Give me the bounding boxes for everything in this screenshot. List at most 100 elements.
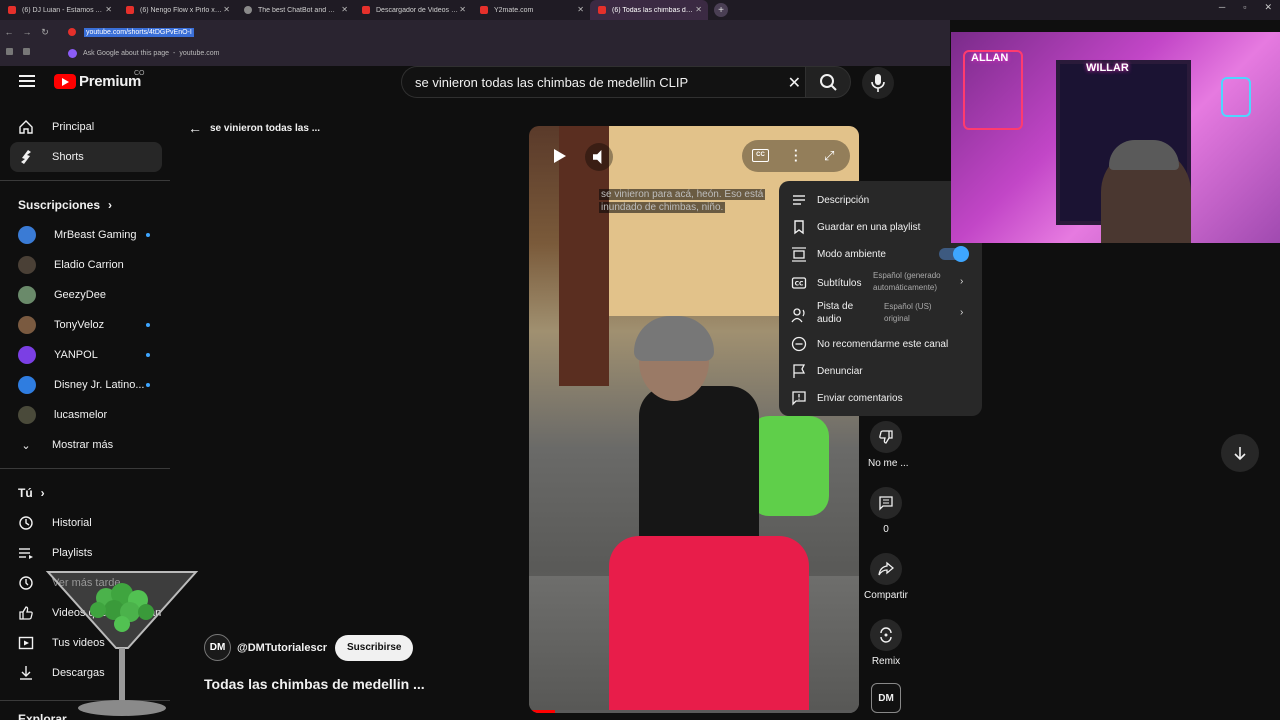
address-bar[interactable]: youtube.com/shorts/4tDGPvEnO-I bbox=[62, 23, 942, 41]
back-nav-icon[interactable]: ← bbox=[0, 27, 18, 37]
channel-thumbnail[interactable]: DM bbox=[871, 683, 901, 713]
menu-item-ambient-mode[interactable]: Modo ambiente bbox=[779, 244, 982, 264]
browser-tab-active[interactable]: (6) Todas las chimbas de medell..✕ bbox=[590, 0, 708, 20]
captions-button[interactable]: CC bbox=[752, 149, 769, 162]
subscription-item[interactable]: lucasmelor bbox=[10, 400, 162, 430]
suggestion-domain: youtube.com bbox=[179, 49, 220, 57]
subscription-label: Eladio Carrion bbox=[54, 259, 124, 271]
dislike-button[interactable]: No me ... bbox=[868, 421, 909, 469]
sidebar-item-playlists[interactable]: Playlists bbox=[10, 538, 162, 568]
browser-tab[interactable]: Y2mate.com ✕ bbox=[472, 0, 590, 20]
back-to-search[interactable]: ← se vinieron todas las ... bbox=[188, 120, 320, 136]
arrow-left-icon: ← bbox=[188, 120, 202, 136]
share-button[interactable]: Compartir bbox=[861, 553, 911, 601]
new-tab-button[interactable]: + bbox=[714, 3, 728, 17]
forward-nav-icon[interactable]: → bbox=[18, 27, 36, 37]
menu-item-audio-track[interactable]: Pista de audio Español (US) original › bbox=[779, 299, 982, 329]
bookmark-icons bbox=[6, 48, 30, 55]
search-query[interactable]: se vinieron todas las chimbas de medelli… bbox=[415, 75, 688, 90]
show-more-button[interactable]: ⌄ Mostrar más bbox=[10, 430, 162, 460]
flag-icon bbox=[790, 362, 808, 380]
subscribe-button[interactable]: Suscribirse bbox=[334, 634, 414, 661]
close-tab-icon[interactable]: ✕ bbox=[223, 5, 230, 14]
ambient-mode-toggle[interactable] bbox=[939, 246, 969, 262]
webcam-overlay: ALLAN WILLAR bbox=[951, 32, 1280, 243]
search-button[interactable] bbox=[805, 66, 851, 98]
microphone-icon bbox=[871, 74, 885, 92]
logo-text: Premium bbox=[79, 73, 142, 90]
apps-icon[interactable] bbox=[6, 48, 13, 55]
avatar bbox=[18, 286, 36, 304]
maximize-icon[interactable]: ▫ bbox=[1243, 2, 1246, 13]
region-code: CO bbox=[134, 70, 145, 77]
your-videos-icon bbox=[18, 635, 34, 651]
clear-search-icon[interactable]: ✕ bbox=[788, 73, 801, 93]
menu-item-label: Pista de audio bbox=[817, 301, 854, 325]
close-window-icon[interactable]: ✕ bbox=[1264, 2, 1272, 13]
url-text[interactable]: youtube.com/shorts/4tDGPvEnO-I bbox=[84, 27, 194, 37]
new-content-dot bbox=[146, 233, 150, 237]
tab-title: (6) Ñengo Flow x Pirlo x Estelu.. bbox=[140, 6, 222, 14]
search-input[interactable]: se vinieron todas las chimbas de medelli… bbox=[401, 66, 811, 98]
volume-button[interactable] bbox=[585, 143, 613, 171]
remix-icon bbox=[870, 619, 902, 651]
browser-toolbar: ← → ↻ youtube.com/shorts/4tDGPvEnO-I bbox=[0, 20, 950, 44]
sidebar-item-principal[interactable]: Principal bbox=[10, 112, 162, 142]
site-info-icon[interactable] bbox=[68, 28, 76, 36]
subscriptions-heading[interactable]: Suscripciones › bbox=[18, 198, 112, 212]
browser-tab[interactable]: (6) Ñengo Flow x Pirlo x Estelu..✕ bbox=[118, 0, 236, 20]
reload-icon[interactable]: ↻ bbox=[36, 27, 54, 38]
next-short-button[interactable] bbox=[1221, 434, 1259, 472]
subscription-item[interactable]: MrBeast Gaming bbox=[10, 220, 162, 250]
sidebar-item-label: Principal bbox=[52, 121, 95, 133]
bookmark-favicon-icon[interactable] bbox=[23, 48, 30, 55]
close-tab-icon[interactable]: ✕ bbox=[577, 5, 584, 14]
subscription-item[interactable]: GeezyDee bbox=[10, 280, 162, 310]
channel-name[interactable]: @DMTutorialescr bbox=[237, 642, 327, 654]
menu-item-send-feedback[interactable]: Enviar comentarios bbox=[779, 388, 982, 408]
browser-tab[interactable]: Descargador de Videos de You..✕ bbox=[354, 0, 472, 20]
menu-item-dont-recommend[interactable]: No recomendarme este canal bbox=[779, 334, 982, 354]
channel-avatar[interactable]: DM bbox=[204, 634, 231, 661]
sidebar-item-shorts[interactable]: Shorts bbox=[10, 142, 162, 172]
play-button[interactable] bbox=[545, 143, 571, 169]
site-favicon-icon bbox=[244, 6, 252, 14]
subscription-item[interactable]: Disney Jr. Latino... bbox=[10, 370, 162, 400]
toggle-knob bbox=[953, 246, 969, 262]
close-tab-icon[interactable]: ✕ bbox=[341, 5, 348, 14]
browser-tab[interactable]: The best ChatBot and Widgets✕ bbox=[236, 0, 354, 20]
caption-line: se vinieron para acá, heón. Eso está bbox=[599, 189, 766, 200]
menu-item-report[interactable]: Denunciar bbox=[779, 361, 982, 381]
close-tab-icon[interactable]: ✕ bbox=[105, 5, 112, 14]
menu-item-subtitles[interactable]: CC Subtítulos Español (generado automáti… bbox=[779, 269, 982, 297]
you-heading[interactable]: Tú › bbox=[18, 486, 45, 500]
more-options-button[interactable]: · · · bbox=[794, 144, 798, 167]
description-icon bbox=[790, 191, 808, 209]
youtube-favicon-icon bbox=[598, 6, 606, 14]
fullscreen-icon[interactable]: ⤢ bbox=[824, 148, 834, 164]
dislike-label: No me ... bbox=[868, 458, 909, 469]
playlists-icon bbox=[18, 545, 34, 561]
watch-later-icon bbox=[18, 575, 34, 591]
chevron-right-icon: › bbox=[108, 198, 113, 212]
subscription-item[interactable]: Eladio Carrion bbox=[10, 250, 162, 280]
home-icon bbox=[18, 119, 34, 135]
youtube-logo[interactable]: Premium CO bbox=[54, 70, 145, 90]
omnibox-suggestion[interactable]: Ask Google about this page - youtube.com bbox=[62, 44, 219, 62]
menu-icon[interactable] bbox=[19, 75, 35, 87]
subscription-item[interactable]: TonyVeloz bbox=[10, 310, 162, 340]
video-progress-bar[interactable] bbox=[529, 710, 859, 713]
close-tab-icon[interactable]: ✕ bbox=[459, 5, 466, 14]
comments-button[interactable]: 0 bbox=[868, 487, 904, 535]
browser-tab[interactable]: (6) DJ Luian - Estamos Aqui ft..✕ bbox=[0, 0, 118, 20]
share-label: Compartir bbox=[864, 590, 908, 601]
short-title[interactable]: Todas las chimbas de medellin ... bbox=[204, 676, 425, 692]
remix-button[interactable]: Remix bbox=[868, 619, 904, 667]
sidebar-item-history[interactable]: Historial bbox=[10, 508, 162, 538]
subscription-item[interactable]: YANPOL bbox=[10, 340, 162, 370]
close-tab-icon[interactable]: ✕ bbox=[695, 5, 702, 14]
minimize-icon[interactable]: ─ bbox=[1219, 2, 1225, 13]
youtube-play-logo-icon bbox=[54, 74, 76, 89]
voice-search-button[interactable] bbox=[862, 67, 894, 99]
chevron-down-icon: ⌄ bbox=[21, 439, 31, 452]
